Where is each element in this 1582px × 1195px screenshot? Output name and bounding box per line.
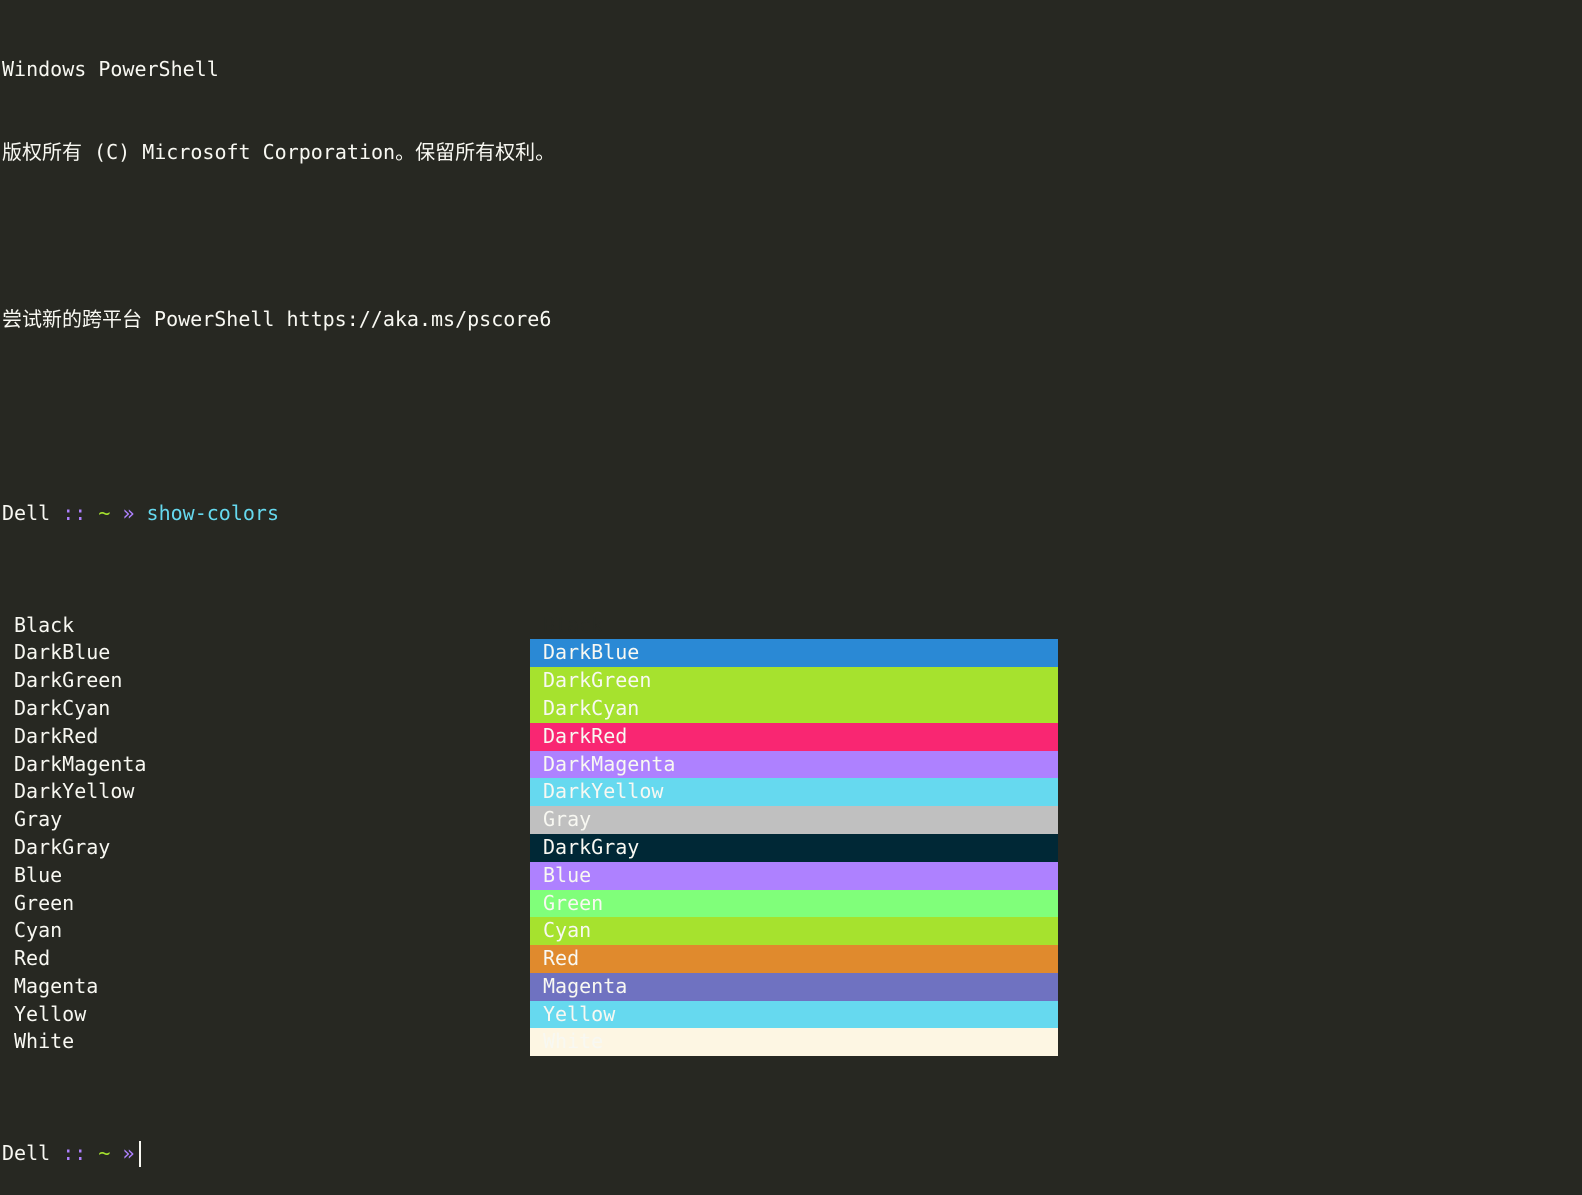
color-row: DarkYellow DarkYellow	[2, 778, 1582, 807]
prompt-host: Dell	[2, 501, 51, 526]
color-background-sample: DarkYellow	[530, 778, 1058, 807]
prompt-arrow: »	[122, 1140, 135, 1165]
color-foreground-sample: Magenta	[14, 973, 99, 998]
prompt-arrow: »	[122, 501, 135, 526]
color-foreground-sample: DarkMagenta	[14, 751, 147, 776]
color-background-sample: Blue	[530, 861, 1058, 890]
color-row: Green Green	[2, 889, 1582, 918]
color-background-sample: White	[530, 1028, 1058, 1057]
color-background-sample: Magenta	[530, 972, 1058, 1001]
text-cursor[interactable]	[138, 1141, 141, 1168]
color-background-sample: DarkCyan	[530, 694, 1058, 723]
color-foreground-sample: DarkBlue	[14, 640, 111, 665]
color-background-sample: DarkGreen	[530, 667, 1058, 695]
color-background-sample: DarkMagenta	[530, 750, 1058, 779]
color-background-sample: Green	[530, 889, 1058, 918]
color-foreground-sample: Black	[14, 612, 75, 637]
color-row: DarkMagenta DarkMagenta	[2, 750, 1582, 779]
prompt-line-command: Dell :: ~ » show-colors	[2, 500, 1582, 528]
color-background-sample: Cyan	[530, 917, 1058, 946]
color-row: DarkGray DarkGray	[2, 833, 1582, 862]
banner-copyright: 版权所有 (C) Microsoft Corporation。保留所有权利。	[2, 139, 556, 164]
color-foreground-sample: White	[14, 1029, 75, 1054]
color-background-sample: Black	[530, 611, 1058, 640]
color-background-sample: Yellow	[530, 1000, 1058, 1029]
color-foreground-sample: DarkCyan	[14, 695, 111, 720]
color-row: DarkGreen DarkGreen	[2, 667, 1582, 695]
color-foreground-sample: Red	[14, 946, 51, 971]
color-row: Magenta Magenta	[2, 972, 1582, 1001]
color-row: Red Red	[2, 945, 1582, 973]
prompt-colons: ::	[62, 501, 87, 526]
prompt-line-current[interactable]: Dell :: ~ »	[2, 1140, 1582, 1168]
color-row: White White	[2, 1028, 1582, 1057]
color-background-sample: DarkRed	[530, 722, 1058, 751]
banner-pscore-hint: 尝试新的跨平台 PowerShell https://aka.ms/pscore…	[2, 306, 552, 331]
color-row: Yellow Yellow	[2, 1000, 1582, 1029]
color-foreground-sample: Green	[14, 890, 75, 915]
color-foreground-sample: DarkRed	[14, 723, 99, 748]
color-foreground-sample: Blue	[14, 862, 63, 887]
color-row: Blue Blue	[2, 861, 1582, 890]
terminal-window[interactable]: Windows PowerShell 版权所有 (C) Microsoft Co…	[0, 0, 1582, 1168]
color-foreground-sample: Gray	[14, 807, 63, 832]
color-background-sample: Red	[530, 945, 1058, 973]
color-foreground-sample: DarkGreen	[14, 668, 123, 693]
color-row: DarkRed DarkRed	[2, 722, 1582, 751]
color-output-table: Black Black DarkBlue DarkBlue DarkGreen DarkG…	[2, 611, 1582, 1057]
prompt-cwd: ~	[98, 1140, 111, 1165]
banner-title: Windows PowerShell	[2, 56, 219, 81]
color-foreground-sample: Cyan	[14, 918, 63, 943]
color-row: Cyan Cyan	[2, 917, 1582, 946]
prompt-cwd: ~	[98, 501, 111, 526]
prompt-host: Dell	[2, 1140, 51, 1165]
color-background-sample: DarkGray	[530, 833, 1058, 862]
color-background-sample: DarkBlue	[530, 639, 1058, 668]
prompt-command: show-colors	[146, 501, 279, 526]
color-foreground-sample: DarkGray	[14, 834, 111, 859]
prompt-colons: ::	[62, 1140, 87, 1165]
color-row: Black Black	[2, 611, 1582, 640]
color-background-sample: Gray	[530, 806, 1058, 834]
color-row: DarkCyan DarkCyan	[2, 694, 1582, 723]
color-foreground-sample: Yellow	[14, 1001, 87, 1026]
color-row: Gray Gray	[2, 806, 1582, 834]
color-row: DarkBlue DarkBlue	[2, 639, 1582, 668]
color-foreground-sample: DarkYellow	[14, 779, 135, 804]
